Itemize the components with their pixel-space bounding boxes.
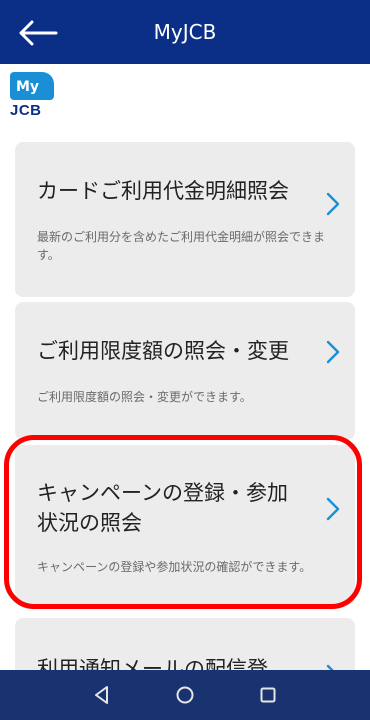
card-description: 最新のご利用分を含めたご利用代金明細が照会できます。 [37,230,326,262]
card-title: ご利用限度額の照会・変更 [37,339,289,363]
myjcb-logo: My JCB [10,72,58,124]
nav-home-button[interactable] [170,680,200,710]
card-credit-limit[interactable]: ご利用限度額の照会・変更 ご利用限度額の照会・変更ができます。 [15,302,355,440]
chevron-right-icon [326,340,340,364]
page-title: MyJCB [153,20,217,44]
logo-my-text: My [10,72,54,100]
recents-square-icon [260,687,276,703]
home-circle-icon [176,686,194,704]
logo-jcb-text: JCB [10,102,42,119]
card-description: ご利用限度額の照会・変更ができます。 [37,390,252,404]
app-bar: MyJCB [0,0,370,64]
chevron-right-icon [326,192,340,216]
menu-list: カードご利用代金明細照会 最新のご利用分を含めたご利用代金明細が照会できます。 … [0,130,370,670]
highlight-outline [4,435,362,609]
card-billing-statement[interactable]: カードご利用代金明細照会 最新のご利用分を含めたご利用代金明細が照会できます。 [15,142,355,297]
card-title: カードご利用代金明細照会 [37,179,289,203]
back-triangle-icon [94,686,108,704]
system-nav-bar [0,670,370,720]
brand-bar: My JCB [0,64,370,130]
card-notification-email[interactable]: 利用通知メールの配信登録・ [15,618,355,670]
nav-back-button[interactable] [87,680,117,710]
card-title: 利用通知メールの配信登録・ [37,657,268,670]
nav-recents-button[interactable] [253,680,283,710]
